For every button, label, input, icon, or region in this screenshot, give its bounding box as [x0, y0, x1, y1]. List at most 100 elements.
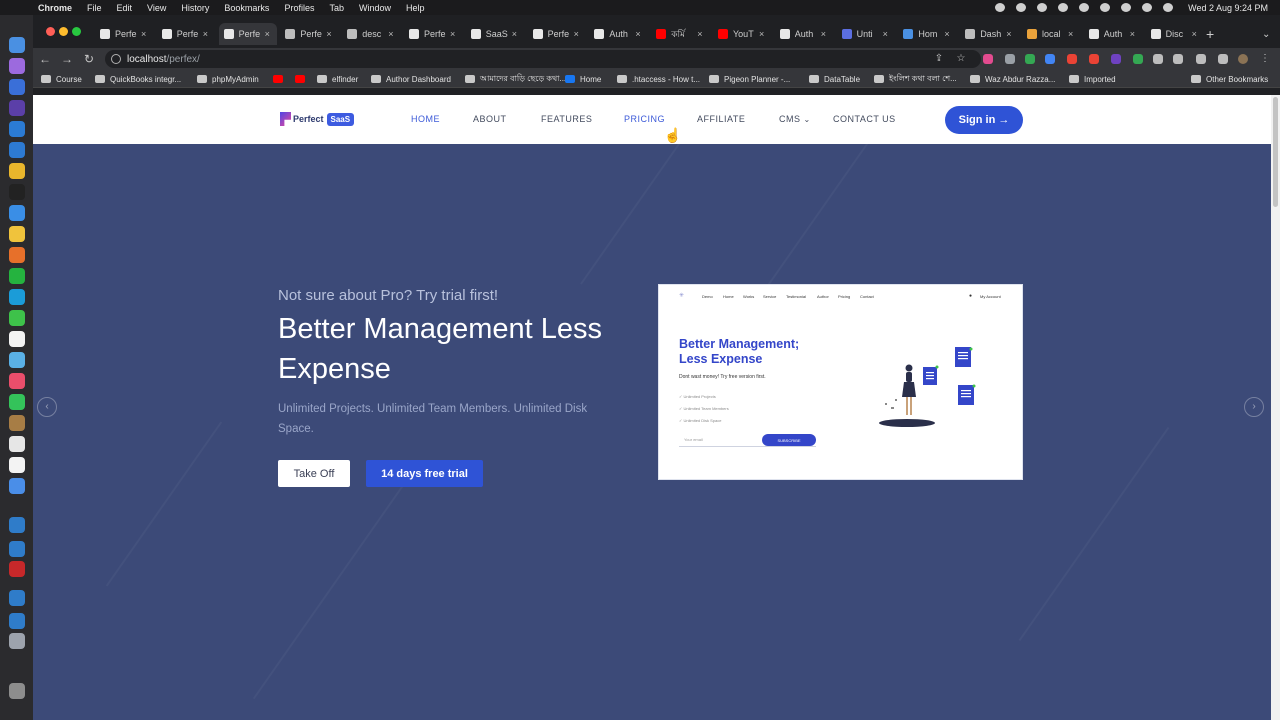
- browser-tab[interactable]: কর্মি ×: [651, 23, 709, 45]
- photos-icon[interactable]: [9, 373, 25, 389]
- browser-tab[interactable]: YouT ×: [713, 23, 771, 45]
- browser-tab[interactable]: Perfe ×: [280, 23, 338, 45]
- bookmark-item[interactable]: Imported: [1069, 73, 1116, 85]
- tab-close-icon[interactable]: ×: [883, 29, 888, 39]
- browser-tab[interactable]: Perfe ×: [404, 23, 462, 45]
- scrollbar-thumb[interactable]: [1273, 97, 1278, 207]
- app-icon[interactable]: [9, 590, 25, 606]
- tab-close-icon[interactable]: ×: [1068, 29, 1073, 39]
- tab-close-icon[interactable]: ×: [759, 29, 764, 39]
- browser-tab[interactable]: SaaS ×: [466, 23, 524, 45]
- firefox-icon[interactable]: [9, 247, 25, 263]
- side-panel-icon[interactable]: [1218, 54, 1228, 64]
- extension-icon[interactable]: [1111, 54, 1121, 64]
- menubar-clock[interactable]: Wed 2 Aug 9:24 PM: [1188, 3, 1268, 13]
- status-icon[interactable]: [1016, 3, 1027, 12]
- nav-contact[interactable]: CONTACT US: [833, 114, 896, 124]
- app-icon[interactable]: [9, 415, 25, 431]
- forward-button[interactable]: →: [59, 51, 75, 67]
- extension-icon[interactable]: [1025, 54, 1035, 64]
- bookmark-item[interactable]: [273, 73, 288, 85]
- menu-edit[interactable]: Edit: [117, 3, 133, 13]
- tab-close-icon[interactable]: ×: [326, 29, 331, 39]
- bookmark-item[interactable]: phpMyAdmin: [197, 73, 259, 85]
- browser-tab[interactable]: Hom ×: [898, 23, 956, 45]
- reload-button[interactable]: ↻: [81, 51, 97, 67]
- bookmark-item[interactable]: Home: [565, 73, 601, 85]
- maximize-window-button[interactable]: [72, 27, 81, 36]
- phpstorm-icon[interactable]: [9, 100, 25, 116]
- tab-close-icon[interactable]: ×: [635, 29, 640, 39]
- tab-close-icon[interactable]: ×: [450, 29, 455, 39]
- app-icon[interactable]: [9, 633, 25, 649]
- bookmark-item[interactable]: ইংলিশ কথা বলা শে...: [874, 73, 957, 85]
- menu-history[interactable]: History: [181, 3, 209, 13]
- tab-close-icon[interactable]: ×: [944, 29, 949, 39]
- new-tab-button[interactable]: +: [1206, 23, 1214, 45]
- app-icon[interactable]: [9, 352, 25, 368]
- bookmark-item[interactable]: DataTable: [809, 73, 860, 85]
- tab-close-icon[interactable]: ×: [697, 29, 702, 39]
- menu-tab[interactable]: Tab: [329, 3, 344, 13]
- browser-tab[interactable]: Perfe ×: [95, 23, 153, 45]
- finder-icon[interactable]: [9, 37, 25, 53]
- download-icon[interactable]: [1196, 54, 1206, 64]
- bookmark-item[interactable]: Waz Abdur Razza...: [970, 73, 1055, 85]
- tab-search-icon[interactable]: ⌄: [1262, 23, 1270, 45]
- nav-affiliate[interactable]: AFFILIATE: [697, 114, 745, 124]
- app-icon[interactable]: [9, 613, 25, 629]
- extension-icon[interactable]: [983, 54, 993, 64]
- browser-tab[interactable]: Dash ×: [960, 23, 1018, 45]
- extension-icon[interactable]: [1133, 54, 1143, 64]
- bookmark-item[interactable]: Author Dashboard: [371, 73, 451, 85]
- tab-close-icon[interactable]: ×: [1006, 29, 1011, 39]
- trash-icon[interactable]: [9, 683, 25, 699]
- bookmark-item[interactable]: elfinder: [317, 73, 358, 85]
- free-trial-button[interactable]: 14 days free trial: [366, 460, 483, 487]
- status-icon[interactable]: [995, 3, 1006, 12]
- filezilla-icon[interactable]: [9, 561, 25, 577]
- minimize-window-button[interactable]: [59, 27, 68, 36]
- tab-close-icon[interactable]: ×: [821, 29, 826, 39]
- browser-tab[interactable]: Unti ×: [837, 23, 895, 45]
- bookmark-item[interactable]: QuickBooks integr...: [95, 73, 181, 85]
- bookmark-item[interactable]: [295, 73, 310, 85]
- tab-close-icon[interactable]: ×: [265, 29, 270, 39]
- wifi-icon[interactable]: [1100, 3, 1111, 12]
- menu-file[interactable]: File: [87, 3, 102, 13]
- bookmark-item[interactable]: Other Bookmarks: [1191, 73, 1268, 85]
- app-icon[interactable]: [9, 478, 25, 494]
- extension-icon[interactable]: [1005, 54, 1015, 64]
- reading-list-icon[interactable]: [1173, 54, 1183, 64]
- app-icon[interactable]: [9, 121, 25, 137]
- close-window-button[interactable]: [46, 27, 55, 36]
- sign-in-button[interactable]: Sign in →: [945, 106, 1023, 134]
- menu-window[interactable]: Window: [359, 3, 391, 13]
- menu-profiles[interactable]: Profiles: [284, 3, 314, 13]
- app-icon[interactable]: [9, 226, 25, 242]
- facetime-icon[interactable]: [9, 394, 25, 410]
- app-icon[interactable]: [9, 436, 25, 452]
- browser-tab[interactable]: Auth ×: [589, 23, 647, 45]
- tab-close-icon[interactable]: ×: [512, 29, 517, 39]
- nav-cms[interactable]: CMS ⌄: [779, 114, 811, 124]
- nav-about[interactable]: ABOUT: [473, 114, 507, 124]
- tab-close-icon[interactable]: ×: [574, 29, 579, 39]
- nav-home[interactable]: HOME: [411, 114, 440, 124]
- status-icon[interactable]: [1058, 3, 1069, 12]
- safari-icon[interactable]: [9, 205, 25, 221]
- bookmark-star-icon[interactable]: ☆: [955, 53, 967, 65]
- browser-tab[interactable]: Perfe ×: [218, 23, 277, 45]
- carousel-prev-button[interactable]: ‹: [37, 397, 57, 417]
- site-info-icon[interactable]: [111, 54, 121, 64]
- bookmark-item[interactable]: Course: [41, 73, 82, 85]
- vscode-icon[interactable]: [9, 142, 25, 158]
- extension-icon[interactable]: [1089, 54, 1099, 64]
- extension-icon[interactable]: [1067, 54, 1077, 64]
- status-icon[interactable]: [1079, 3, 1090, 12]
- app-icon[interactable]: [9, 79, 25, 95]
- siri-icon[interactable]: [1163, 3, 1174, 12]
- browser-tab[interactable]: Auth ×: [1084, 23, 1142, 45]
- browser-tab[interactable]: Perfe ×: [157, 23, 215, 45]
- browser-tab[interactable]: Auth ×: [775, 23, 833, 45]
